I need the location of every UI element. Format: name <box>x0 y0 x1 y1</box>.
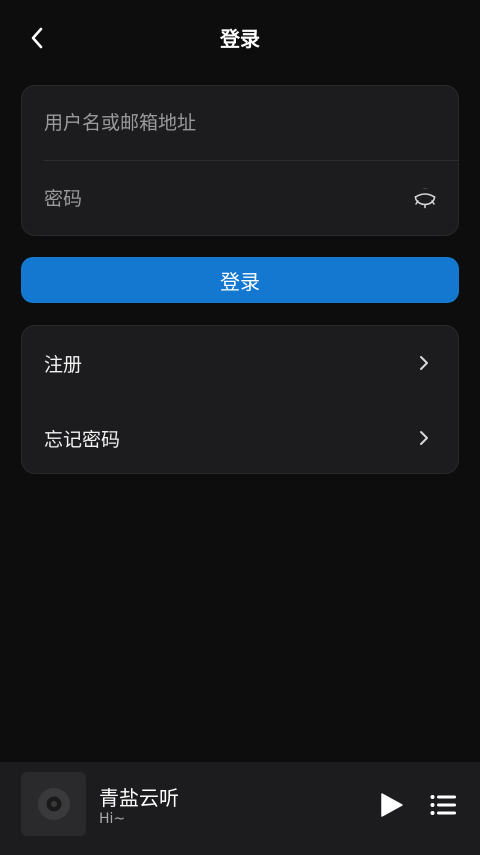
password-input[interactable] <box>44 187 384 210</box>
register-item[interactable]: 注册 <box>22 326 458 400</box>
playlist-button[interactable] <box>428 791 458 819</box>
song-subtitle: Hi~ <box>99 811 126 827</box>
password-field <box>44 161 458 236</box>
chevron-right-icon <box>420 431 428 445</box>
forgot-password-label: 忘记密码 <box>44 428 121 451</box>
username-field <box>44 86 458 161</box>
login-form-card <box>21 85 459 236</box>
playlist-icon <box>430 795 456 815</box>
username-input[interactable] <box>44 112 384 134</box>
header-bar: 登录 <box>0 0 480 74</box>
register-label: 注册 <box>44 353 83 376</box>
back-button[interactable] <box>22 22 54 54</box>
play-icon <box>381 793 403 817</box>
chevron-left-icon <box>31 27 43 49</box>
chevron-right-icon <box>420 356 428 370</box>
eye-closed-icon <box>414 188 436 209</box>
password-visibility-toggle[interactable] <box>412 185 438 211</box>
disc-icon <box>37 788 70 820</box>
page-title: 登录 <box>220 26 260 51</box>
login-button[interactable]: 登录 <box>21 257 459 303</box>
play-button[interactable] <box>376 790 406 820</box>
album-cover[interactable] <box>21 772 86 836</box>
song-title: 青盐云听 <box>99 786 179 810</box>
mini-player[interactable]: 青盐云听 Hi~ <box>0 762 480 855</box>
account-menu-card: 注册 忘记密码 <box>21 325 459 474</box>
forgot-password-item[interactable]: 忘记密码 <box>22 401 458 475</box>
